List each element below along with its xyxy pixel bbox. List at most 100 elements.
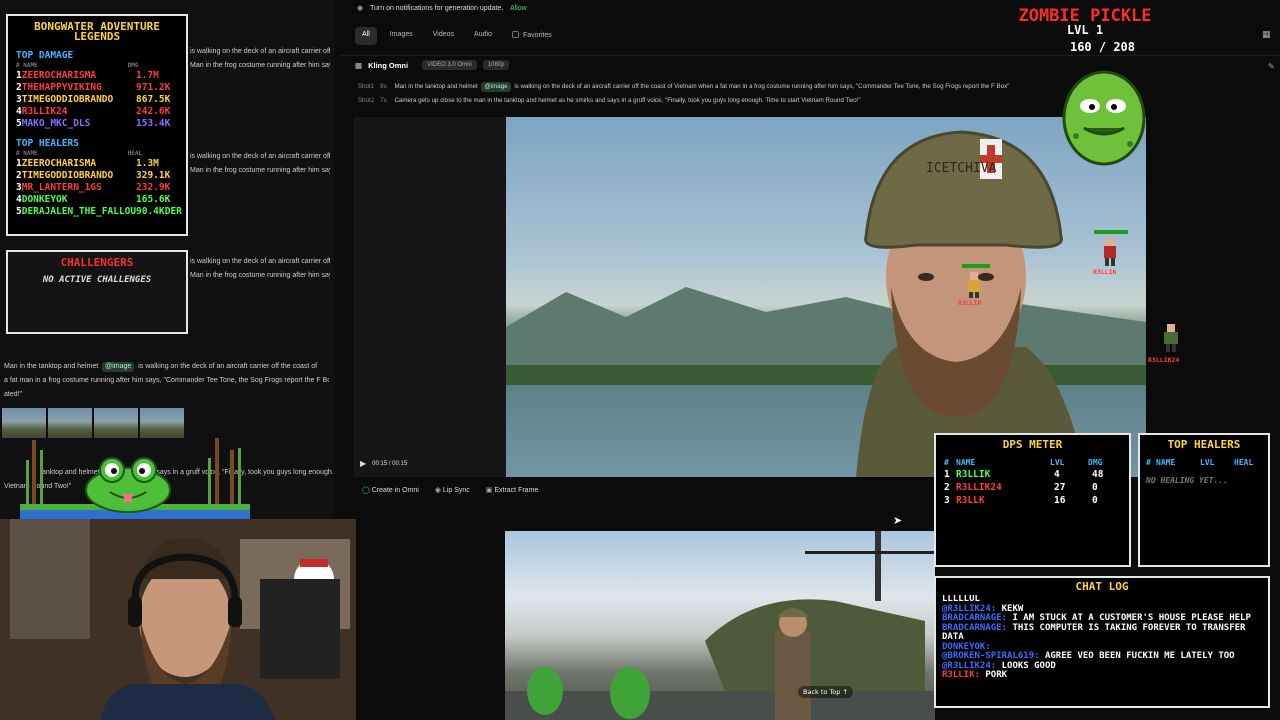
chat-message: R3LLIK: PORK [942, 670, 1268, 681]
history-text: is walking on the deck of an aircraft ca… [190, 48, 330, 55]
player-name: ZEEROCHARISMA [21, 70, 97, 81]
tab-all[interactable]: All [355, 27, 377, 45]
header-name: # NAME [16, 62, 38, 69]
lip-sync-button[interactable]: ◉ Lip Sync [435, 486, 470, 494]
leaderboard-row: 3TIMEGODDIOBRANDO 867.5K [16, 94, 186, 106]
lipsync-label: Lip Sync [442, 487, 470, 494]
shot-label: Shot2 [358, 97, 375, 104]
player-name: TIMEGODDIOBRANDO [21, 94, 114, 105]
cursor-icon: ➤ [893, 514, 903, 527]
challengers-panel: CHALLENGERS NO ACTIVE CHALLENGES [6, 250, 188, 334]
model-icon: ▦ [355, 60, 363, 70]
level: 4 [1054, 469, 1060, 480]
boss-level: LVL 1 [1066, 23, 1104, 37]
video-actions: ◯ Create in Omni ◉ Lip Sync ▣ Extract Fr… [362, 486, 538, 494]
col-lvl: LVL [1050, 458, 1065, 467]
chat-messages: LLLLLUL @R3LLIK24: KEKW BRADCARNAGE: I AM … [942, 595, 1268, 695]
history-entry[interactable]: Man in the tanktop and helmet @image is … [4, 362, 329, 372]
sprite-name: R3LLIK24 [1148, 356, 1180, 364]
score-value: 153.4K [136, 118, 171, 130]
rank: 3 [944, 495, 950, 506]
chat-username: BRADCARNAGE: [942, 613, 1013, 623]
dps-meter-panel: DPS METER # NAME LVL DMG 1 R3LLIK 4 48 2 R3LL… [934, 433, 1131, 567]
dps-rows: 1 R3LLIK 4 48 2 R3LLIK24 27 0 3 R3LLK 16 0 [936, 469, 1129, 508]
leaderboard-row: 2THEHAPPYVIKING 971.2K [16, 82, 186, 94]
favorites-label: Favorites [522, 32, 552, 39]
extract-label: Extract Frame [494, 487, 539, 494]
image-mention: @image [102, 362, 135, 372]
chat-text: AGREE VEO BEEN FUCKIN ME LATELY TOO [1044, 651, 1235, 661]
player-name: R3LLIK24 [21, 106, 68, 117]
player-name: THEHAPPYVIKING [21, 82, 102, 93]
filter-tabs: All Images Videos Audio Favorites [355, 27, 559, 45]
video-player[interactable]: ICETCHIVA [354, 117, 1146, 477]
chat-username: @BROKEN-SPIRAL619: [942, 651, 1045, 661]
player-name: ZEEROCHARISMA [21, 158, 97, 169]
video-time: 00:15 / 00:15 [372, 460, 408, 467]
col-heal: HEAL [1234, 458, 1254, 467]
create-in-omni-button[interactable]: ◯ Create in Omni [362, 486, 419, 494]
dps-row: 3 R3LLK 16 0 [944, 495, 1129, 508]
dps-header: # NAME LVL DMG [944, 457, 1129, 469]
grid-view-icon[interactable]: ▦ [1262, 30, 1271, 40]
chat-text: KEKW [1001, 603, 1024, 614]
rank: 2 [944, 482, 950, 493]
healers-panel: TOP HEALERS # NAME LVL HEAL NO HEALING Y… [1138, 433, 1270, 567]
player-name: R3LLIK24 [956, 482, 1002, 493]
helmet-writing: ICETCHIVA [926, 161, 997, 176]
allow-link[interactable]: Allow [510, 5, 527, 12]
history-text: Man in the frog costume running after hi… [190, 272, 330, 279]
play-icon[interactable]: ▶ [360, 459, 366, 468]
health-bar [1094, 230, 1128, 234]
tab-audio[interactable]: Audio [467, 27, 499, 45]
sprite-name: R3LLIK [958, 299, 982, 307]
prompt-text: Camera gets up close to the man in the t… [394, 97, 861, 104]
rank: 1 [944, 469, 950, 480]
image-mention: @image [481, 82, 511, 92]
video-thumbnail-2[interactable] [505, 531, 935, 720]
resolution-badge: 1080p [482, 60, 510, 70]
version-badge: VIDEO 3.0 Omni [422, 60, 477, 70]
pickle-boss-sprite [1062, 70, 1146, 166]
checkbox-icon [511, 31, 519, 38]
leaderboard-row: 1ZEEROCHARISMA 1.7M [16, 70, 186, 82]
history-text: Man in the frog costume running after hi… [190, 167, 330, 174]
tab-videos[interactable]: Videos [426, 27, 461, 45]
score-value: 971.2K [136, 82, 171, 94]
history-text: Man in the frog costume running after hi… [190, 62, 330, 69]
damage: 48 [1092, 469, 1104, 480]
back-to-top-button[interactable]: Back to Top ↑ [798, 686, 853, 698]
webcam-feed [0, 519, 356, 720]
damage-header: # NAME DMG [16, 62, 186, 70]
legends-title: BONGWATER ADVENTURE LEGENDS [34, 20, 160, 43]
damage-list: 1ZEEROCHARISMA 1.7M 2THEHAPPYVIKING 971.2K 3… [8, 70, 186, 130]
heal-header: # NAME HEAL [16, 150, 186, 158]
player-name: DONKEYOK [21, 194, 68, 205]
favorites-toggle[interactable]: Favorites [505, 27, 559, 45]
player-sprite-icon [1104, 238, 1116, 266]
player-name: MR_LANTERN_1GS [21, 182, 102, 193]
chat-username: @R3LLIK24: [942, 603, 1002, 614]
soldier-portrait: ICETCHIVA [506, 130, 1146, 477]
model-name: Kling Omni [368, 60, 409, 70]
extract-frame-button[interactable]: ▣ Extract Frame [486, 486, 539, 494]
chat-message: BRADCARNAGE: THIS COMPUTER IS TAKING FOR… [942, 623, 1268, 643]
col-num: # [1146, 458, 1151, 467]
top-damage-heading: TOP DAMAGE [16, 50, 74, 61]
leaderboard-row: 2TIMEGODDIOBRANDO 329.1K [16, 170, 186, 182]
leaderboard-row: 4DONKEYOK 165.6K [16, 194, 186, 206]
edit-icon[interactable]: ✎ [1268, 62, 1275, 71]
create-label: Create in Omni [371, 487, 419, 494]
chat-username: R3LLIK: [942, 670, 986, 680]
header-val: HEAL [127, 150, 143, 157]
score-value: 867.5K [136, 94, 171, 106]
history-text: Man in the tanktop and helmet [4, 363, 99, 370]
tab-images[interactable]: Images [383, 27, 420, 45]
col-name: NAME [956, 458, 976, 467]
legends-panel: BONGWATER ADVENTURE LEGENDS TOP DAMAGE #… [6, 14, 188, 236]
level: 16 [1054, 495, 1066, 506]
challengers-title: CHALLENGERS [60, 256, 134, 269]
lipsync-icon: ◉ [434, 487, 443, 494]
shot-2-prompt: Shot2 7s Camera gets up close to the man … [358, 96, 861, 106]
notify-text: Turn on notifications for generation upd… [370, 5, 504, 12]
